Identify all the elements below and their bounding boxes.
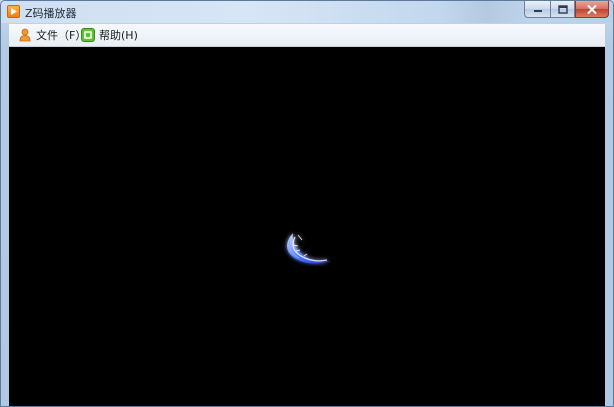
menu-help[interactable]: 帮助(H) bbox=[81, 27, 138, 43]
minimize-button[interactable] bbox=[524, 1, 550, 18]
maximize-button[interactable] bbox=[550, 1, 575, 18]
titlebar-glass bbox=[441, 1, 531, 23]
loading-spinner-icon bbox=[287, 233, 331, 264]
close-button[interactable] bbox=[575, 1, 609, 18]
menu-file[interactable]: 文件（F） bbox=[18, 27, 86, 43]
maximize-icon bbox=[557, 4, 568, 14]
close-icon bbox=[587, 4, 597, 14]
help-icon bbox=[81, 28, 95, 42]
window-title: Z码播放器 bbox=[25, 7, 77, 20]
app-play-icon[interactable] bbox=[7, 5, 20, 18]
title-bar[interactable]: Z码播放器 bbox=[1, 1, 613, 23]
menu-file-label: 文件（F） bbox=[36, 29, 87, 42]
player-window: Z码播放器 文件（F） 帮助(H) bbox=[0, 0, 614, 407]
video-area[interactable] bbox=[9, 47, 605, 406]
person-icon bbox=[18, 28, 32, 42]
menu-help-label: 帮助(H) bbox=[99, 29, 138, 42]
menu-bar: 文件（F） 帮助(H) bbox=[9, 24, 605, 47]
minimize-icon bbox=[533, 10, 542, 12]
